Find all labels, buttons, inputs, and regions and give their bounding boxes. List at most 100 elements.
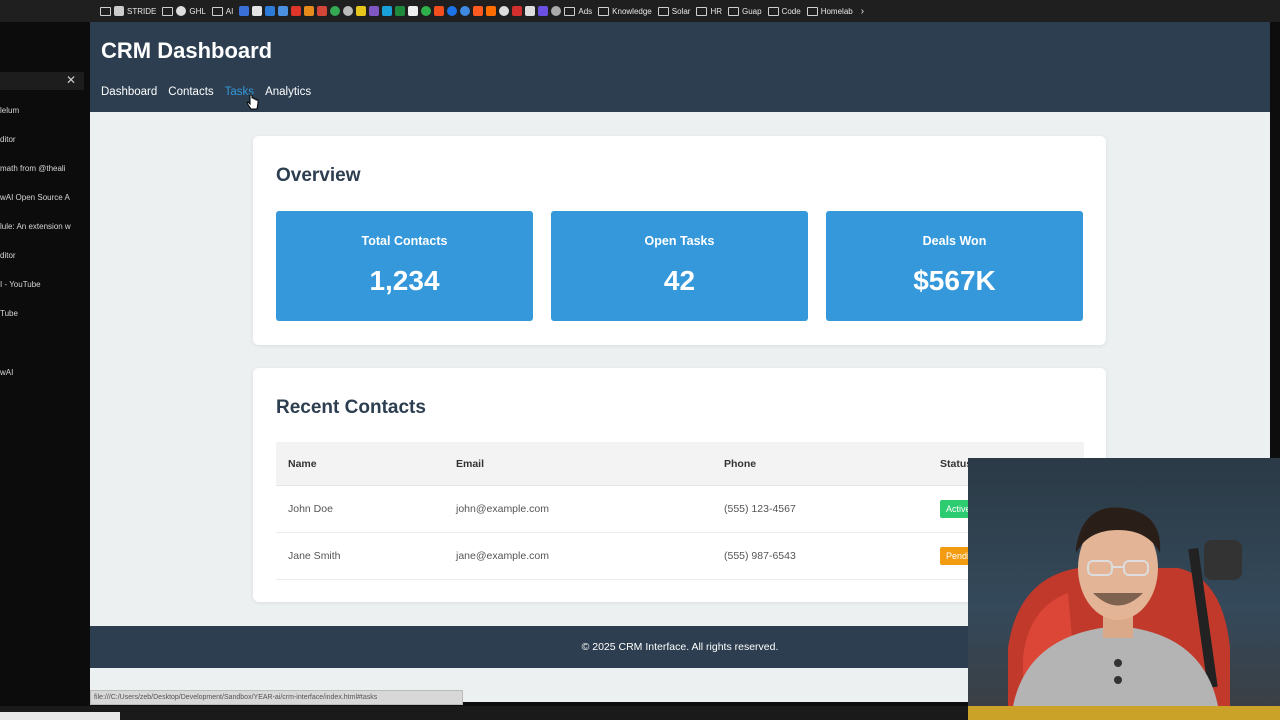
tab-sidebar: ✕ lelum ditor math from @theali wAI Open…: [0, 22, 90, 720]
site-icon[interactable]: [343, 6, 354, 16]
contact-email: john@example.com: [444, 485, 712, 533]
stat-label: Total Contacts: [361, 234, 448, 248]
microphone-icon: [1204, 540, 1242, 580]
table-row: Jane Smith jane@example.com (555) 987-65…: [276, 532, 1084, 580]
main-nav: Dashboard Contacts Tasks Analytics: [101, 86, 311, 98]
tab-item[interactable]: ditor: [0, 135, 88, 144]
site-icon[interactable]: [473, 6, 484, 16]
contact-phone: (555) 987-6543: [712, 532, 928, 580]
page-title: CRM Dashboard: [101, 38, 273, 63]
stat-value: 42: [663, 265, 696, 296]
nav-contacts[interactable]: Contacts: [168, 86, 213, 98]
bookmark-label: Code: [781, 6, 801, 16]
bookmark-homelab[interactable]: Homelab: [821, 7, 853, 16]
site-icon[interactable]: [369, 6, 380, 16]
bookmark-label: Ads: [578, 6, 593, 16]
bookmark-label: Solar: [671, 6, 691, 16]
overlay-border: [968, 706, 1280, 720]
tab-item[interactable]: I - YouTube: [0, 280, 88, 289]
bookmark-icon: [114, 6, 124, 16]
webcam-overlay: [968, 458, 1280, 706]
overview-title: Overview: [276, 165, 361, 186]
bookmark-ghl[interactable]: GHL: [176, 6, 206, 16]
stat-value: 1,234: [369, 265, 440, 296]
site-icon[interactable]: [330, 6, 341, 16]
bookmark-ai[interactable]: AI: [226, 7, 234, 16]
close-icon[interactable]: ✕: [66, 73, 76, 87]
column-header-email: Email: [444, 442, 712, 486]
bookmark-solar[interactable]: Solar: [672, 7, 691, 16]
site-icon[interactable]: [512, 6, 523, 16]
bookmark-code[interactable]: Code: [782, 7, 801, 16]
site-icon[interactable]: [525, 6, 536, 16]
site-icon[interactable]: [252, 6, 263, 16]
overview-card: Overview Total Contacts 1,234 Open Tasks…: [253, 136, 1106, 345]
site-icon[interactable]: [447, 6, 458, 16]
site-icon[interactable]: [551, 6, 562, 16]
bookmark-stride[interactable]: STRIDE: [114, 6, 156, 16]
folder-icon: [696, 6, 708, 16]
site-icon[interactable]: [538, 6, 549, 16]
tab-item[interactable]: lelum: [0, 106, 88, 115]
bookmark-label: AI: [225, 6, 234, 16]
bookmark-hr[interactable]: HR: [710, 7, 722, 16]
column-header-phone: Phone: [712, 442, 928, 486]
chevron-right-icon[interactable]: ›: [861, 6, 864, 17]
tab-item[interactable]: lule: An extension w: [0, 222, 88, 231]
folder-icon: [728, 6, 739, 16]
app-header: CRM Dashboard Dashboard Contacts Tasks A…: [90, 22, 1270, 112]
bookmark-label: Homelab: [820, 6, 853, 16]
folder-icon: [100, 6, 111, 16]
site-icon[interactable]: [434, 6, 445, 16]
bookmark-label: Knowledge: [612, 6, 652, 16]
tab-item[interactable]: Tube: [0, 309, 88, 318]
stat-deals-won: Deals Won $567K: [826, 211, 1083, 321]
bookmark-label: STRIDE: [127, 6, 157, 16]
site-icon[interactable]: [486, 6, 497, 16]
site-icon[interactable]: [304, 6, 315, 16]
contact-name: Jane Smith: [276, 532, 444, 580]
bookmark-icon: [176, 6, 187, 16]
bookmark-label: Guap: [742, 6, 762, 16]
status-bar-url: file:///C:/Users/zeb/Desktop/Development…: [90, 690, 463, 705]
site-icon[interactable]: [239, 6, 250, 16]
progress-segment: [0, 712, 120, 720]
site-icon[interactable]: [291, 6, 302, 16]
tab-item[interactable]: wAI: [0, 368, 88, 377]
contacts-table: Name Email Phone Status John Doe john@ex…: [276, 442, 1084, 580]
contact-email: jane@example.com: [444, 532, 712, 580]
table-header-row: Name Email Phone Status: [276, 442, 1084, 486]
folder-icon: [564, 6, 576, 16]
site-icon[interactable]: [317, 6, 328, 16]
site-icon[interactable]: [421, 6, 432, 16]
site-icon[interactable]: [278, 6, 289, 16]
contact-phone: (555) 123-4567: [712, 485, 928, 533]
site-icon[interactable]: [356, 6, 367, 16]
tab-item[interactable]: ditor: [0, 251, 88, 260]
hand-cursor-icon: [246, 94, 259, 110]
site-icon[interactable]: [265, 6, 276, 16]
site-icon[interactable]: [408, 6, 419, 16]
bookmark-knowledge[interactable]: Knowledge: [612, 7, 652, 16]
bookmark-label: HR: [710, 6, 722, 16]
folder-icon: [657, 6, 669, 16]
folder-icon: [806, 6, 818, 16]
site-icon[interactable]: [460, 6, 471, 16]
presenter-video: [1008, 507, 1242, 706]
site-icon[interactable]: [395, 6, 406, 16]
bookmark-ads[interactable]: Ads: [578, 7, 592, 16]
tab-item[interactable]: wAI Open Source A: [0, 193, 88, 202]
stat-label: Open Tasks: [644, 234, 715, 248]
bookmark-guap[interactable]: Guap: [742, 7, 762, 16]
stat-open-tasks: Open Tasks 42: [551, 211, 808, 321]
recent-contacts-title: Recent Contacts: [276, 397, 426, 418]
site-icon[interactable]: [382, 6, 393, 16]
footer-text: © 2025 CRM Interface. All rights reserve…: [581, 641, 779, 653]
nav-analytics[interactable]: Analytics: [265, 86, 311, 98]
site-icon[interactable]: [499, 6, 510, 16]
folder-icon: [767, 6, 779, 16]
nav-dashboard[interactable]: Dashboard: [101, 86, 157, 98]
contact-name: John Doe: [276, 485, 444, 533]
tab-item[interactable]: math from @theali: [0, 164, 88, 173]
stat-total-contacts: Total Contacts 1,234: [276, 211, 533, 321]
